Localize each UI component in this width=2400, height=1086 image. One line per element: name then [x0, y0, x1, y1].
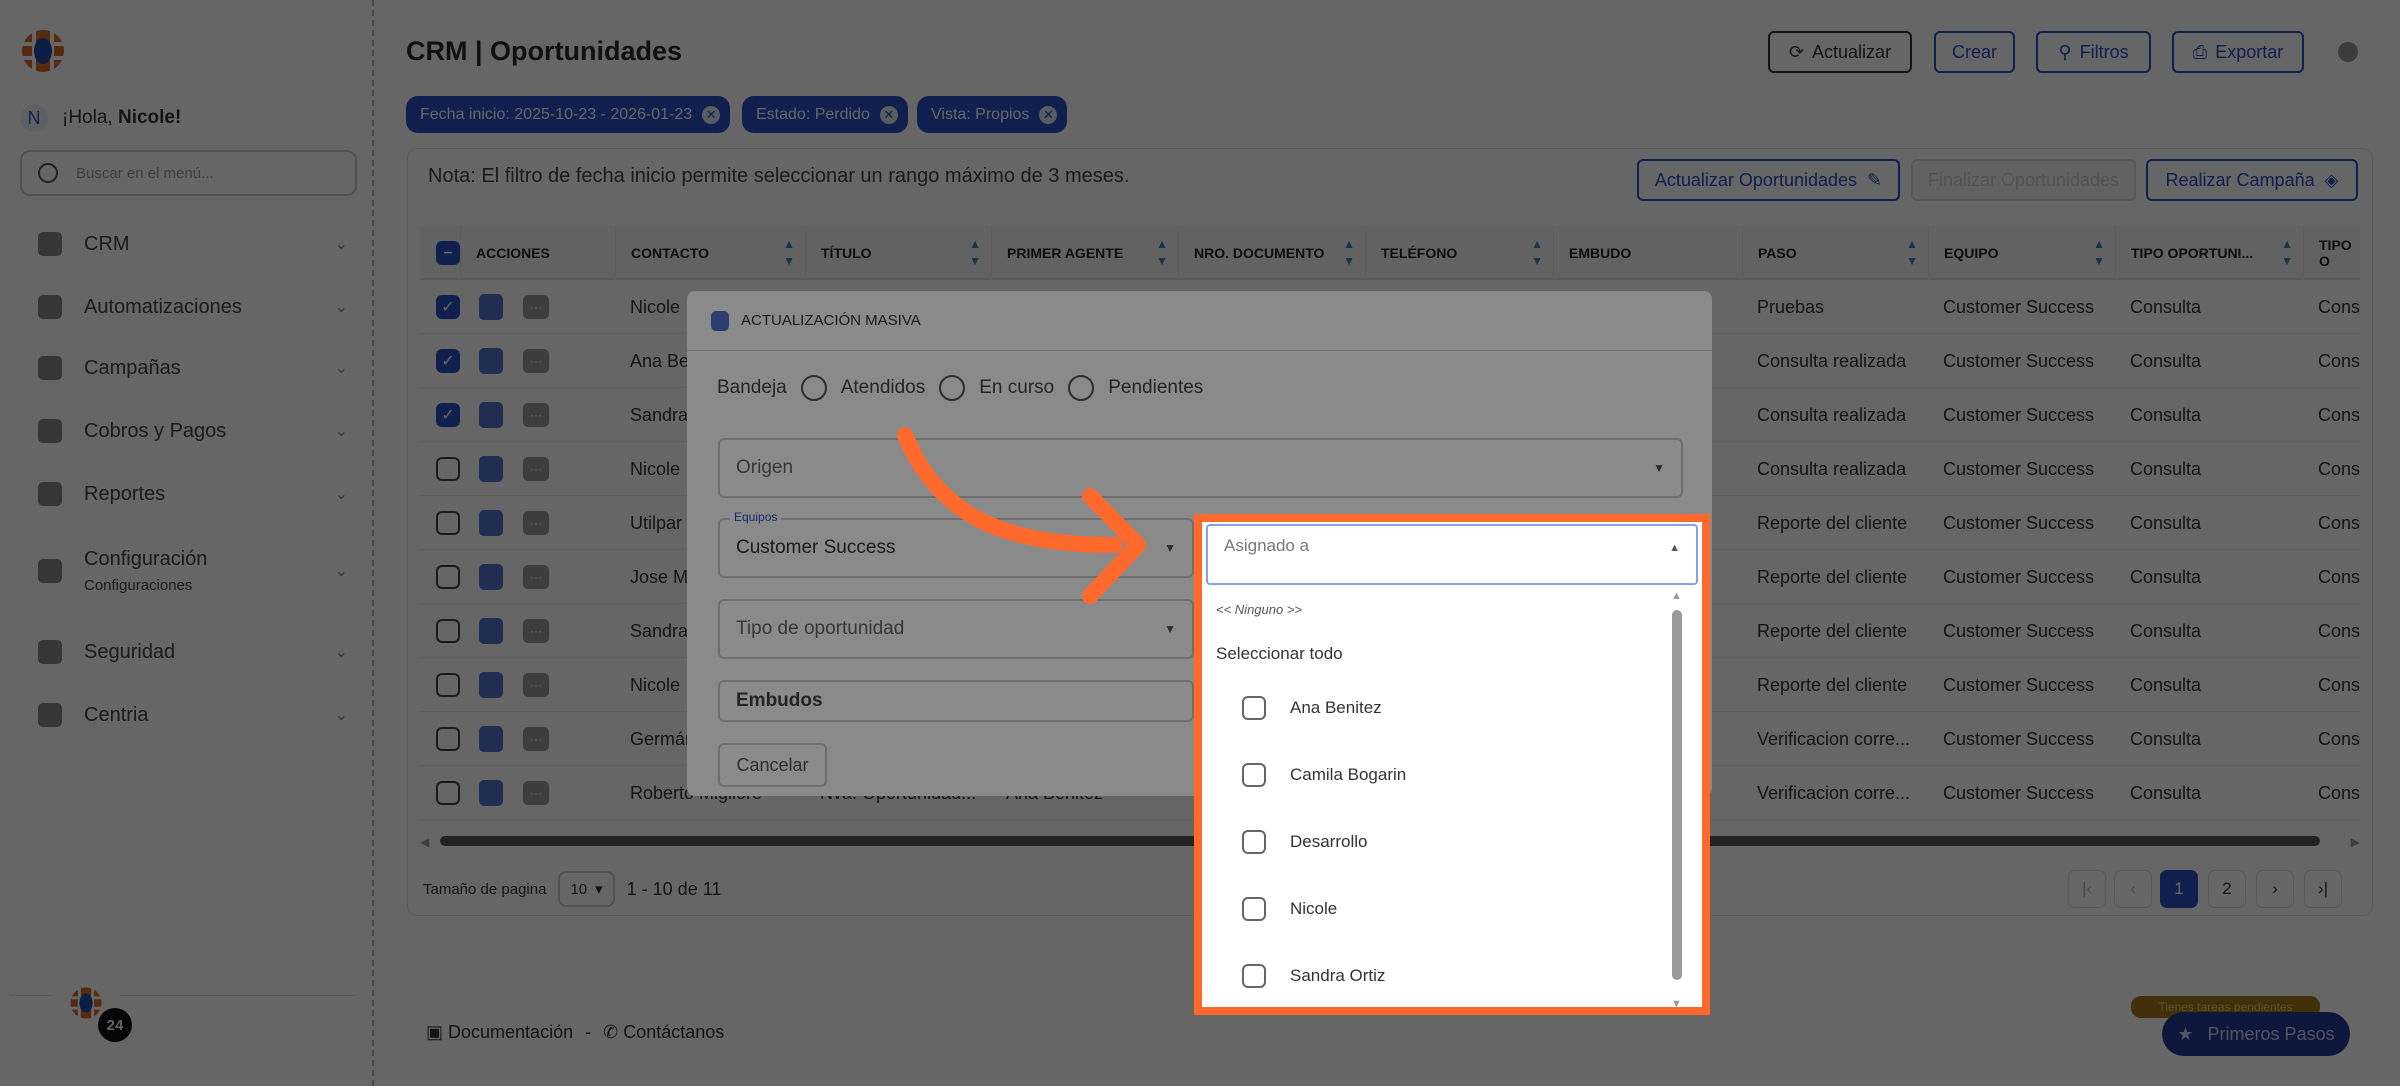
assignee-option[interactable]: Camila Bogarin	[1242, 763, 1406, 787]
option-label: Ana Benitez	[1290, 698, 1382, 717]
option-checkbox[interactable]	[1242, 830, 1266, 854]
option-none[interactable]: << Ninguno >>	[1216, 602, 1302, 617]
option-label: Camila Bogarin	[1290, 765, 1407, 784]
option-checkbox[interactable]	[1242, 964, 1266, 988]
dropdown-scrollbar[interactable]: ▲ ▼	[1670, 590, 1684, 1010]
option-label: Desarrollo	[1290, 832, 1368, 851]
assigned-label: Asignado a	[1224, 536, 1310, 555]
option-checkbox[interactable]	[1242, 897, 1266, 921]
assignee-option[interactable]: Nicole	[1242, 897, 1337, 921]
assignee-option[interactable]: Ana Benitez	[1242, 696, 1382, 720]
assignee-option[interactable]: Desarrollo	[1242, 830, 1367, 854]
option-checkbox[interactable]	[1242, 763, 1266, 787]
option-label: Nicole	[1290, 899, 1338, 918]
caret-up-icon: ▲	[1669, 542, 1680, 554]
assigned-to-input[interactable]: Asignado a ▲	[1206, 524, 1698, 585]
option-label: Sandra Ortiz	[1290, 966, 1386, 985]
option-select-all[interactable]: Seleccionar todo	[1216, 644, 1343, 664]
assigned-to-dropdown: Asignado a ▲ << Ninguno >> Seleccionar to…	[1194, 514, 1710, 1015]
assignee-option[interactable]: Sandra Ortiz	[1242, 964, 1385, 988]
option-checkbox[interactable]	[1242, 696, 1266, 720]
